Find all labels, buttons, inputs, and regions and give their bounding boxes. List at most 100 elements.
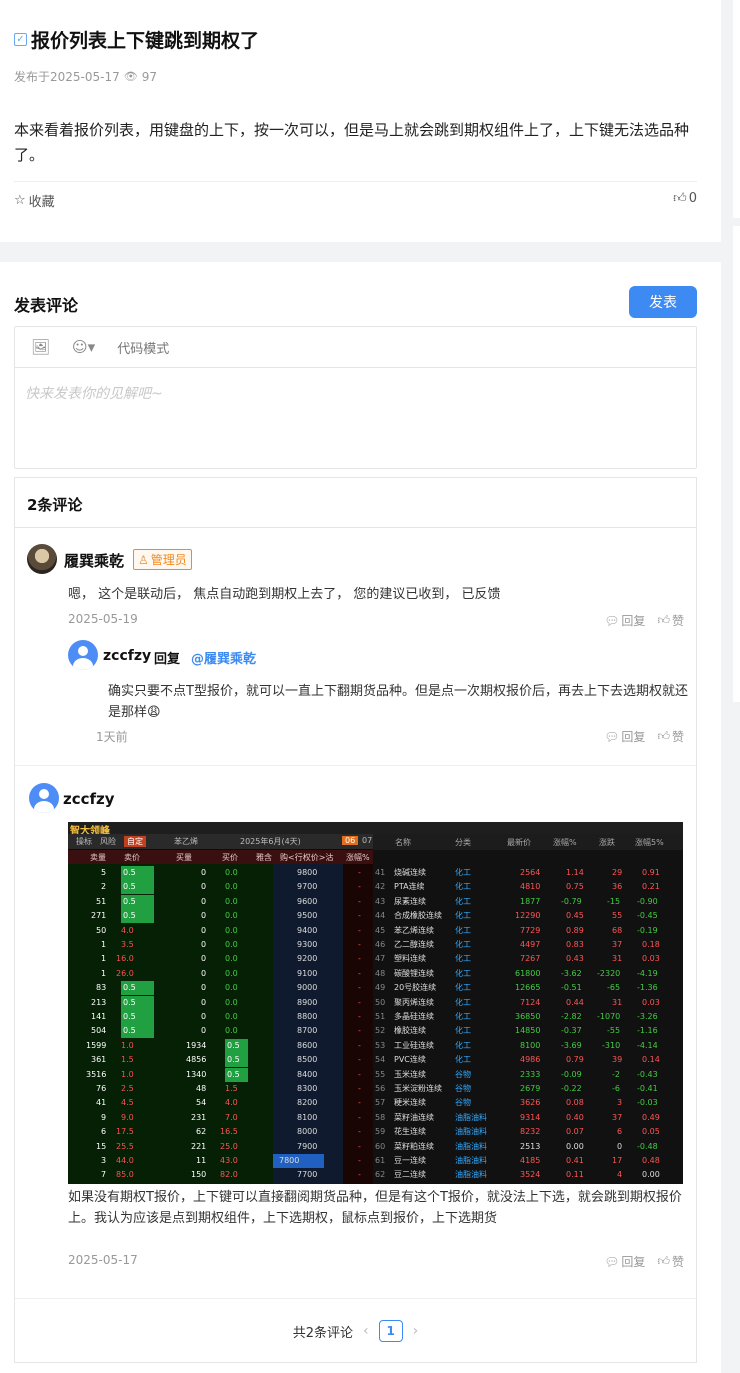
- screenshot-cell: 39: [612, 1055, 623, 1065]
- like-button[interactable]: 👍︎ 赞: [657, 612, 684, 629]
- screenshot-cell: 0.49: [642, 1112, 660, 1122]
- screenshot-cell: 7800: [273, 1154, 325, 1168]
- user-icon: ♙: [138, 552, 149, 567]
- next-page-icon[interactable]: ›: [413, 1323, 419, 1339]
- prev-page-icon[interactable]: ‹: [363, 1323, 369, 1339]
- reply-button[interactable]: 💬︎ 回复: [604, 1253, 645, 1270]
- screenshot-cell: -15: [607, 896, 621, 906]
- screenshot-cell: 分类: [455, 838, 471, 847]
- screenshot-cell: 涨幅%: [553, 838, 577, 847]
- reply-button[interactable]: 💬︎ 回复: [604, 728, 645, 745]
- screenshot-cell: 4986: [520, 1055, 541, 1065]
- screenshot-cell: 55: [375, 1069, 386, 1079]
- screenshot-cell: 56: [375, 1084, 386, 1093]
- screenshot-list-header: 名称 分类 最新价 涨幅% 涨跌 涨幅5%: [373, 834, 683, 850]
- like-button[interactable]: 👍︎ 赞: [657, 1253, 684, 1270]
- screenshot-cell: 14850: [515, 1026, 541, 1036]
- thumbs-up-icon: 👍︎: [657, 729, 670, 743]
- screenshot-titlebar: 智大领峰: [68, 822, 683, 837]
- screenshot-cell: 0.91: [642, 868, 660, 877]
- screenshot-cell: 9314: [520, 1112, 541, 1122]
- screenshot-cell: 0.11: [566, 1170, 584, 1180]
- screenshot-cell: 0.0: [225, 925, 238, 935]
- screenshot-cell: 47: [375, 954, 386, 964]
- like-button[interactable]: 👍︎ 赞: [657, 728, 684, 745]
- screenshot-cell: 0.21: [642, 882, 660, 892]
- reply-author[interactable]: zccfzy: [103, 648, 151, 664]
- screenshot-cell: 豆一连续: [394, 1156, 426, 1165]
- comment-actions: 💬︎ 回复 👍︎ 赞: [604, 612, 684, 629]
- screenshot-cell: 271: [91, 911, 107, 921]
- comment-date: 2025-05-17: [68, 1253, 138, 1267]
- screenshot-cell: 9000: [297, 983, 318, 993]
- reply-mention[interactable]: @履巽乘乾: [191, 648, 256, 667]
- screenshot-cell: 0.0: [225, 1026, 238, 1036]
- screenshot-cell: 苯乙烯连续: [394, 925, 434, 935]
- screenshot-cell: 43: [375, 896, 386, 906]
- post-like-button[interactable]: 👍︎ 0: [673, 191, 697, 206]
- screenshot-cell: 0.03: [642, 997, 660, 1007]
- screenshot-cell: 菜籽粕连续: [394, 1141, 434, 1151]
- screenshot-row: 1599 1.0 1934 0.5 8600 - 53 工业硅连续 化工 8100 -3.69 -31…: [68, 1038, 683, 1053]
- screenshot-cell: 0: [201, 983, 207, 993]
- screenshot-cell: 6: [617, 1127, 623, 1137]
- reply-actions: 💬︎ 回复 👍︎ 赞: [604, 728, 684, 745]
- screenshot-cell: 0.5: [121, 866, 154, 880]
- publish-button[interactable]: 发表: [629, 286, 697, 318]
- screenshot-cell: 0.5: [121, 909, 154, 924]
- divider: [14, 181, 697, 182]
- screenshot-cell: 4810: [520, 882, 541, 892]
- screenshot-cell: 化工: [455, 954, 471, 964]
- screenshot-row: 504 0.5 0 0.0 8700 - 52 橡胶连续 化工 14850 -0.37 -55 -1.1…: [68, 1024, 683, 1039]
- emoji-icon[interactable]: ☺▾: [72, 338, 95, 356]
- screenshot-cell: 0.0: [225, 896, 238, 906]
- screenshot-cell: -: [358, 1141, 361, 1151]
- screenshot-cell: 4.0: [225, 1098, 238, 1108]
- screenshot-cell: 1.0: [121, 1040, 134, 1050]
- screenshot-cell: 9700: [297, 882, 318, 892]
- image-upload-icon[interactable]: 🖼︎: [31, 338, 50, 356]
- comment-editor[interactable]: 🖼︎ ☺▾ 代码模式 快来发表你的见解吧~: [14, 326, 697, 469]
- comment-author[interactable]: 履巽乘乾: [64, 550, 124, 571]
- screenshot-cell: 6: [101, 1127, 107, 1137]
- screenshot-cell: 0.0: [225, 1012, 238, 1021]
- screenshot-cell: 55: [612, 911, 623, 921]
- screenshot-cell: 化工: [455, 983, 471, 993]
- screenshot-cell: -2.82: [561, 1012, 582, 1021]
- screenshot-cell: 17: [612, 1156, 623, 1165]
- attached-screenshot[interactable]: 智大领峰 操标 风险 自定 苯乙烯 2025年6月(4天) 06 07 卖量 卖价 买量 买价 雅含…: [68, 822, 683, 1184]
- reply-button[interactable]: 💬︎ 回复: [604, 612, 645, 629]
- editor-placeholder[interactable]: 快来发表你的见解吧~: [25, 383, 163, 403]
- screenshot-cell: 8900: [297, 997, 318, 1007]
- screenshot-cell: 碳酸锂连续: [394, 968, 434, 978]
- screenshot-cell: -3.62: [561, 968, 582, 978]
- avatar[interactable]: [68, 640, 98, 670]
- avatar[interactable]: [27, 544, 57, 574]
- divider: [15, 527, 696, 528]
- screenshot-cell: 4.0: [121, 925, 134, 935]
- screenshot-cell: 1599: [86, 1040, 107, 1050]
- screenshot-row: 15 25.5 221 25.0 7900 - 60 菜籽粕连续 油脂油料 2513 0.00 0 -0…: [68, 1140, 683, 1154]
- screenshot-cell: 8400: [297, 1069, 318, 1079]
- screenshot-cell: -: [358, 925, 361, 935]
- screenshot-cell: 名称: [395, 838, 411, 847]
- screenshot-cell: 7.0: [225, 1112, 238, 1122]
- screenshot-cell: 8800: [297, 1012, 318, 1021]
- code-mode-button[interactable]: 代码模式: [117, 338, 169, 357]
- screenshot-cell: -0.45: [637, 911, 658, 921]
- screenshot-cell: 231: [191, 1112, 207, 1122]
- comment-author[interactable]: zccfzy: [63, 790, 115, 808]
- screenshot-cell: 1.5: [225, 1084, 238, 1093]
- screenshot-cell: 57: [375, 1098, 386, 1108]
- pagination: 共2条评论 ‹ 1 ›: [15, 1320, 696, 1342]
- screenshot-cell: 1: [101, 940, 107, 949]
- avatar[interactable]: [29, 783, 59, 813]
- screenshot-cell: 3: [101, 1156, 107, 1165]
- badge-label: 管理员: [150, 553, 187, 567]
- screenshot-cell: 48: [375, 968, 386, 978]
- screenshot-row: 1 16.0 0 0.0 9200 - 47 塑料连续 化工 7267 0.43 31 0.03: [68, 952, 683, 966]
- screenshot-cell: 1340: [186, 1069, 207, 1079]
- favorite-button[interactable]: ☆ 收藏: [14, 191, 55, 210]
- screenshot-cell: -0.09: [561, 1069, 582, 1079]
- page-number[interactable]: 1: [378, 1320, 403, 1342]
